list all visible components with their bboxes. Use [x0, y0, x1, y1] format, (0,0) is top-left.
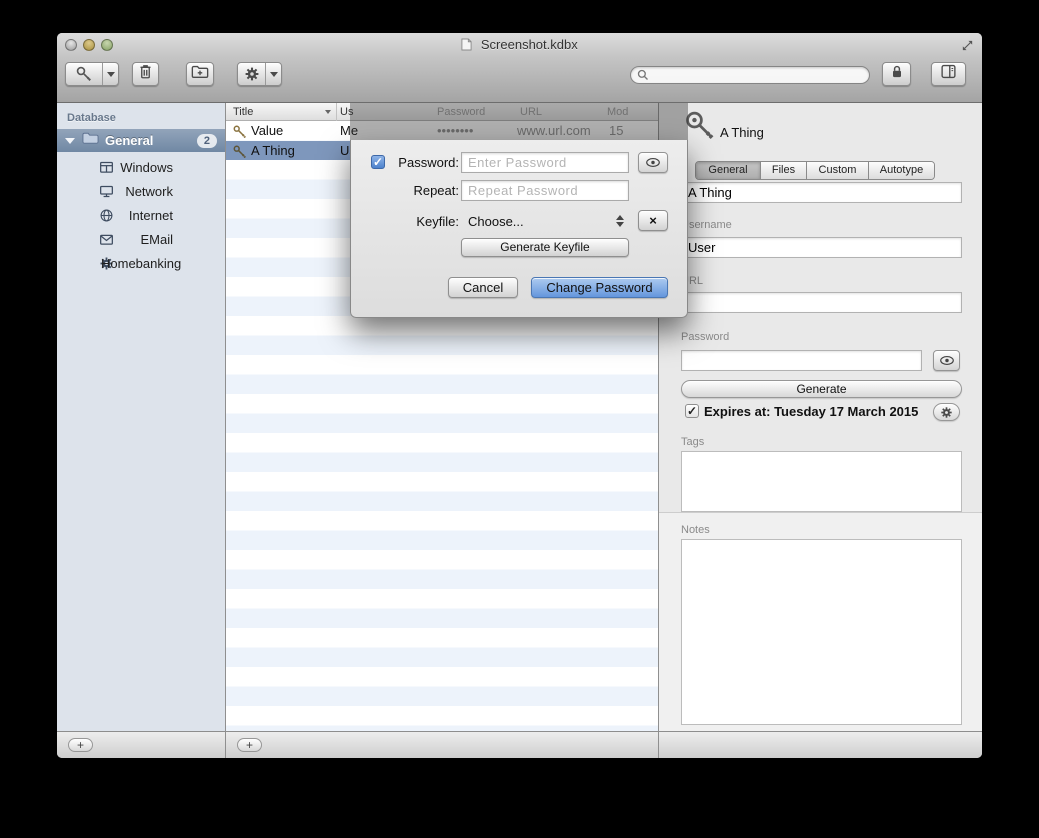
- password-field[interactable]: [681, 350, 922, 371]
- password-label: Password: [681, 331, 729, 343]
- change-password-sheet: ✓ Password: Repeat: Keyfile: Choose... ×…: [350, 140, 688, 318]
- tab-files[interactable]: Files: [761, 162, 807, 179]
- disclosure-triangle-icon[interactable]: [65, 138, 75, 144]
- delete-button[interactable]: [132, 62, 159, 86]
- window-title: Screenshot.kdbx: [481, 37, 578, 52]
- lock-icon: [889, 63, 905, 85]
- notes-box[interactable]: [681, 539, 962, 725]
- sidebar-item-label: Homebanking: [101, 253, 173, 274]
- keyfile-select[interactable]: Choose...: [468, 211, 524, 232]
- gear-icon: [238, 63, 265, 85]
- action-button[interactable]: [237, 62, 282, 86]
- reveal-password-button[interactable]: [638, 152, 668, 173]
- sidebar-item-label: Internet: [101, 205, 173, 226]
- chevron-down-icon[interactable]: [103, 63, 118, 85]
- expiry-settings-button[interactable]: [933, 403, 960, 421]
- sidebar-item-label: Windows: [101, 157, 173, 178]
- keyfile-label: Keyfile:: [387, 211, 459, 232]
- inspector-panel: A Thing General Files Custom Autotype Us…: [658, 103, 982, 731]
- inspector-panel-icon: [940, 63, 957, 85]
- sidebar-item-label: EMail: [101, 229, 173, 250]
- username-field[interactable]: [681, 237, 962, 258]
- sidebar-group-general[interactable]: General 2: [57, 129, 225, 152]
- notes-label: Notes: [681, 524, 710, 536]
- sidebar: Database General 2 Windows Network Inter…: [57, 103, 225, 731]
- sidebar-group-label: General: [105, 133, 197, 148]
- fullscreen-icon[interactable]: [961, 39, 974, 57]
- keyfile-stepper-icon[interactable]: [615, 214, 624, 228]
- repeat-label: Repeat:: [387, 180, 459, 201]
- sidebar-item-network[interactable]: Network: [57, 179, 225, 203]
- url-field[interactable]: [681, 292, 962, 313]
- add-group-button[interactable]: [186, 62, 214, 86]
- folder-icon: [82, 131, 99, 150]
- folder-plus-icon: [191, 64, 209, 84]
- trash-icon: [138, 63, 153, 85]
- title-field[interactable]: [681, 182, 962, 203]
- search-icon: [637, 69, 649, 81]
- clear-keyfile-button[interactable]: ×: [638, 210, 668, 231]
- sidebar-list-divider[interactable]: [225, 103, 226, 758]
- username-label: Username: [681, 219, 732, 231]
- expires-checkbox[interactable]: ✓: [685, 404, 699, 418]
- chevron-down-icon[interactable]: [266, 63, 281, 85]
- sidebar-item-windows[interactable]: Windows: [57, 155, 225, 179]
- search-field[interactable]: [630, 66, 870, 84]
- tags-box[interactable]: [681, 451, 962, 512]
- key-icon: [683, 109, 717, 150]
- password-label: Password:: [387, 152, 459, 173]
- sidebar-item-internet[interactable]: Internet: [57, 203, 225, 227]
- column-header-title[interactable]: Title: [233, 106, 253, 118]
- add-entry-button[interactable]: [65, 62, 119, 86]
- toolbar: Add Entry Delete Add Group Actio: [57, 58, 982, 103]
- inspector-button[interactable]: [931, 62, 966, 86]
- titlebar: Screenshot.kdbx: [57, 33, 982, 58]
- reveal-password-button[interactable]: [933, 350, 960, 371]
- sidebar-item-label: Network: [101, 181, 173, 202]
- bottom-bar: + +: [57, 731, 982, 758]
- password-checkbox[interactable]: ✓: [371, 155, 385, 169]
- document-icon: [461, 39, 476, 54]
- expires-label: Expires at: Tuesday 17 March 2015: [704, 404, 918, 419]
- key-icon: [233, 144, 246, 164]
- generate-keyfile-button[interactable]: Generate Keyfile: [461, 238, 629, 257]
- sheet-shadow-zone: [350, 103, 688, 140]
- sidebar-item-email[interactable]: EMail: [57, 227, 225, 251]
- app-window: Screenshot.kdbx Add Entry Delete: [57, 33, 982, 758]
- tags-label: Tags: [681, 436, 704, 448]
- key-icon: [66, 63, 102, 85]
- sidebar-header: Database: [67, 112, 116, 124]
- sidebar-item-homebanking[interactable]: Homebanking: [57, 251, 225, 275]
- sort-indicator-icon: [325, 110, 331, 114]
- entry-title: A Thing: [251, 141, 295, 161]
- gear-icon: [940, 406, 953, 419]
- window-title-area: Screenshot.kdbx: [57, 37, 982, 54]
- generate-password-button[interactable]: Generate: [681, 380, 962, 398]
- eye-icon: [645, 157, 661, 168]
- password-input[interactable]: [461, 152, 629, 173]
- change-password-button[interactable]: Change Password: [531, 277, 668, 298]
- entry-title: Value: [251, 121, 283, 141]
- tab-custom[interactable]: Custom: [807, 162, 869, 179]
- inspector-entry-title: A Thing: [720, 125, 764, 140]
- cancel-button[interactable]: Cancel: [448, 277, 518, 298]
- repeat-input[interactable]: [461, 180, 629, 201]
- eye-icon: [939, 355, 955, 366]
- tab-general[interactable]: General: [696, 162, 761, 179]
- group-count-badge: 2: [197, 134, 217, 148]
- add-entry-plus-button[interactable]: +: [237, 738, 262, 752]
- search-input[interactable]: [653, 68, 869, 82]
- lock-button[interactable]: [882, 62, 911, 86]
- inspector-tabs: General Files Custom Autotype: [695, 161, 935, 180]
- tab-autotype[interactable]: Autotype: [869, 162, 934, 179]
- add-group-plus-button[interactable]: +: [68, 738, 93, 752]
- column-separator[interactable]: [336, 103, 337, 121]
